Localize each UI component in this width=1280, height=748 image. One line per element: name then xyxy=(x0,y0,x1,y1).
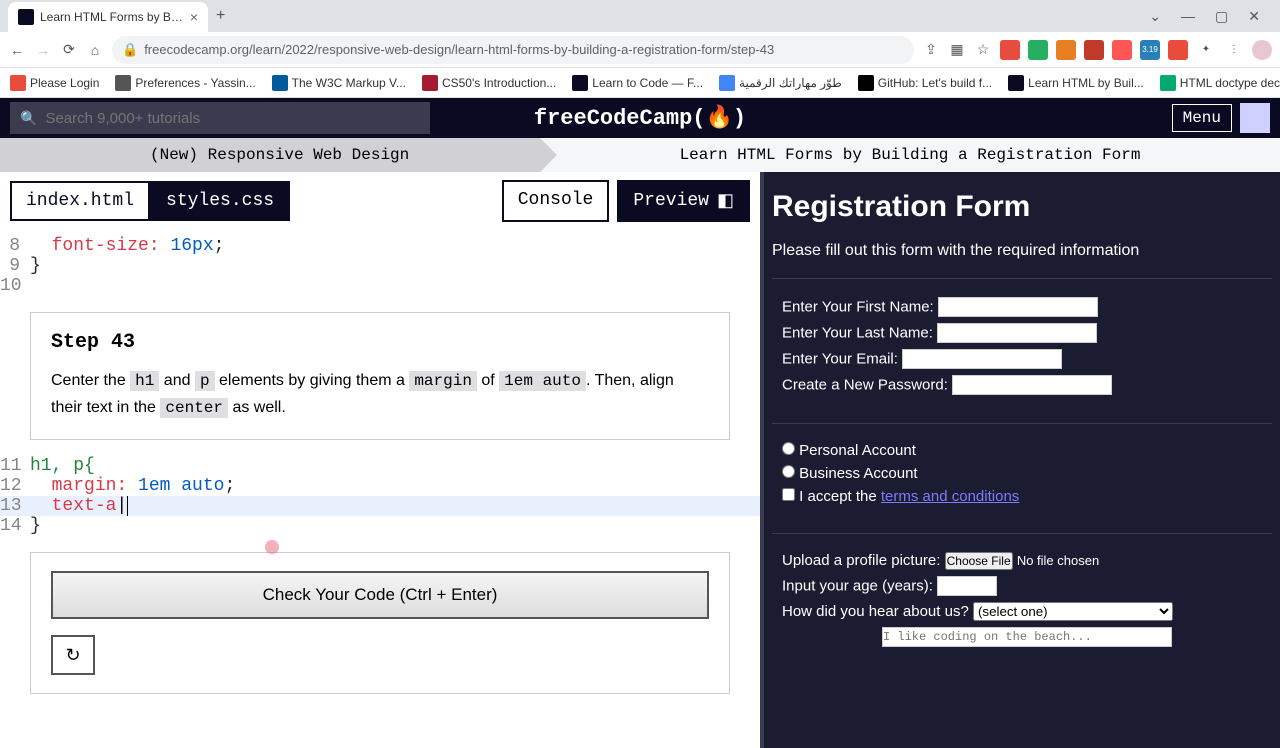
browser-tab[interactable]: Learn HTML Forms by Building a × xyxy=(8,2,208,32)
apps-icon[interactable]: ▦ xyxy=(948,41,966,59)
site-favicon xyxy=(18,9,34,25)
terms-checkbox[interactable] xyxy=(782,488,795,501)
url-text: freecodecamp.org/learn/2022/responsive-w… xyxy=(144,42,904,57)
search-box[interactable]: 🔍 xyxy=(10,102,430,134)
maximize-icon[interactable]: ▢ xyxy=(1215,8,1228,25)
console-button[interactable]: Console xyxy=(502,180,610,222)
bookmark-item[interactable]: CS50's Introduction... xyxy=(422,75,556,91)
ext-icon[interactable] xyxy=(1168,40,1188,60)
bookmark-item[interactable]: طوّر مهاراتك الرقمية xyxy=(719,75,842,91)
code-editor[interactable]: 8 font-size: 16px; 9} 10 xyxy=(0,230,760,302)
last-name-input[interactable] xyxy=(937,323,1097,343)
share-icon[interactable]: ⇪ xyxy=(922,41,940,59)
bookmark-item[interactable]: Learn to Code — F... xyxy=(572,75,703,91)
step-title: Step 43 xyxy=(51,331,709,354)
check-code-button[interactable]: Check Your Code (Ctrl + Enter) xyxy=(51,571,709,619)
form-subtitle: Please fill out this form with the requi… xyxy=(772,242,1272,260)
choose-file-button[interactable]: Choose File xyxy=(945,552,1013,570)
bookmark-item[interactable]: GitHub: Let's build f... xyxy=(858,75,992,91)
breadcrumb-section[interactable]: (New) Responsive Web Design xyxy=(0,138,540,172)
reload-button[interactable]: ⟳ xyxy=(60,41,78,59)
bookmark-item[interactable]: Learn HTML by Buil... xyxy=(1008,75,1144,91)
personal-radio[interactable] xyxy=(782,442,795,455)
ext-icon[interactable] xyxy=(1112,40,1132,60)
tab-title: Learn HTML Forms by Building a xyxy=(40,10,186,24)
chevron-down-icon[interactable]: ⌄ xyxy=(1149,8,1161,25)
search-icon: 🔍 xyxy=(20,110,37,127)
ext-icon[interactable] xyxy=(1084,40,1104,60)
search-input[interactable] xyxy=(45,110,420,127)
editable-region[interactable]: 11h1, p{ 12 margin: 1em auto; 13 text-a|… xyxy=(0,450,760,542)
cursor-indicator xyxy=(265,540,279,554)
bookmarks-bar: Please Login Preferences - Yassin... The W… xyxy=(0,68,1280,98)
preview-pane: Registration Form Please fill out this f… xyxy=(764,172,1280,687)
referral-select[interactable]: (select one) xyxy=(973,602,1173,621)
ext-icon[interactable]: 3.19 xyxy=(1140,40,1160,60)
profile-avatar[interactable] xyxy=(1252,40,1272,60)
back-button[interactable]: ← xyxy=(8,41,26,59)
business-radio[interactable] xyxy=(782,465,795,478)
fcc-logo[interactable]: freeCodeCamp(🔥) xyxy=(534,105,746,131)
avatar[interactable] xyxy=(1240,103,1270,133)
bookmark-item[interactable]: Preferences - Yassin... xyxy=(115,75,255,91)
bookmark-item[interactable]: Please Login xyxy=(10,75,99,91)
bookmark-item[interactable]: HTML doctype decl... xyxy=(1160,75,1280,91)
password-input[interactable] xyxy=(952,375,1112,395)
ext-icon[interactable] xyxy=(1028,40,1048,60)
breadcrumb-lesson[interactable]: Learn HTML Forms by Building a Registrat… xyxy=(540,146,1280,164)
lock-icon: 🔒 xyxy=(122,42,138,58)
form-title: Registration Form xyxy=(772,190,1272,224)
menu-button[interactable]: Menu xyxy=(1172,104,1232,132)
first-name-input[interactable] xyxy=(938,297,1098,317)
preview-button[interactable]: Preview◧ xyxy=(617,180,750,222)
close-window-icon[interactable]: ✕ xyxy=(1248,8,1260,25)
minimize-icon[interactable]: — xyxy=(1181,8,1195,25)
star-icon[interactable]: ☆ xyxy=(974,41,992,59)
reset-button[interactable]: ↻ xyxy=(51,635,95,675)
ext-icon[interactable] xyxy=(1000,40,1020,60)
menu-icon[interactable]: ⋮ xyxy=(1224,40,1244,60)
forward-button: → xyxy=(34,41,52,59)
email-input[interactable] xyxy=(902,349,1062,369)
preview-icon: ◧ xyxy=(717,190,734,212)
close-tab-icon[interactable]: × xyxy=(190,9,198,25)
terms-link[interactable]: terms and conditions xyxy=(881,488,1019,505)
ext-icon[interactable] xyxy=(1056,40,1076,60)
tab-index-html[interactable]: index.html xyxy=(10,181,150,221)
home-button[interactable]: ⌂ xyxy=(86,41,104,59)
bookmark-item[interactable]: The W3C Markup V... xyxy=(272,75,406,91)
puzzle-icon[interactable]: ✦ xyxy=(1196,40,1216,60)
age-input[interactable] xyxy=(937,576,997,596)
url-bar[interactable]: 🔒 freecodecamp.org/learn/2022/responsive… xyxy=(112,36,914,64)
tab-styles-css[interactable]: styles.css xyxy=(150,181,290,221)
breadcrumb: (New) Responsive Web Design Learn HTML F… xyxy=(0,138,1280,172)
new-tab-button[interactable]: + xyxy=(216,7,225,25)
instructions: Step 43 Center the h1 and p elements by … xyxy=(30,312,730,440)
bio-input[interactable] xyxy=(882,627,1172,647)
